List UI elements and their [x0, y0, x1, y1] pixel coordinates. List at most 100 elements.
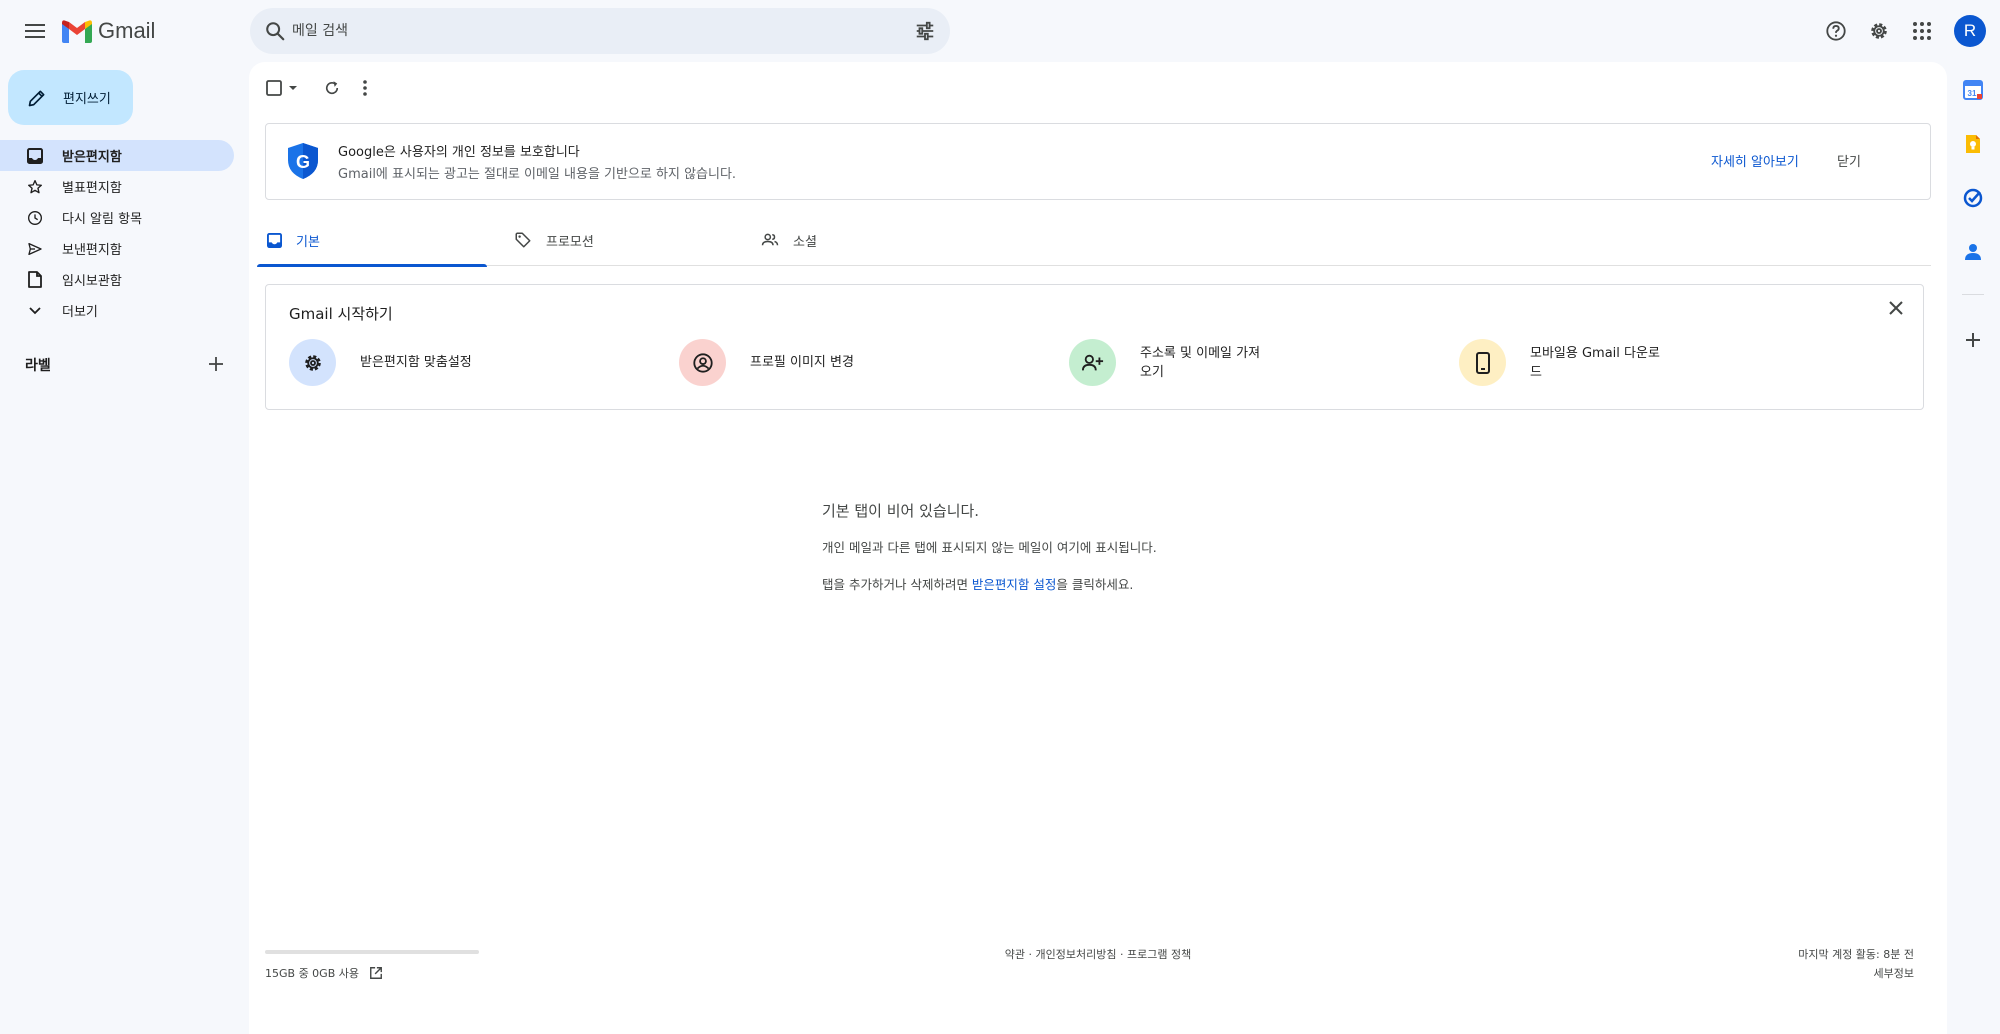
sidebar-item-label: 더보기	[62, 305, 98, 320]
empty-title: 기본 탭이 비어 있습니다.	[822, 502, 980, 520]
sidebar-item-inbox[interactable]: 받은편지함	[0, 140, 234, 171]
tasks-icon	[1963, 188, 1983, 208]
people-icon	[761, 233, 779, 246]
gmail-m-icon	[62, 19, 92, 43]
gs-icon-circle	[679, 339, 726, 386]
plus-icon	[209, 357, 223, 371]
search-options-icon	[916, 21, 934, 41]
select-all-checkbox[interactable]	[266, 76, 298, 100]
google-shield-icon: G	[288, 143, 318, 179]
main-menu-button[interactable]	[19, 15, 51, 47]
svg-text:31: 31	[1968, 89, 1977, 98]
last-account-activity: 마지막 계정 활동: 8분 전	[1798, 948, 1914, 961]
header: Gmail R	[0, 0, 2000, 62]
tag-icon	[515, 232, 531, 248]
search-input[interactable]	[292, 8, 852, 54]
dismiss-banner-button[interactable]: 닫기	[1837, 151, 1861, 170]
svg-text:G: G	[296, 152, 310, 172]
inbox-icon	[27, 147, 43, 164]
sidebar-item-snoozed[interactable]: 다시 알림 항목	[0, 202, 234, 233]
refresh-button[interactable]	[323, 76, 341, 100]
footer-links[interactable]: 약관 · 개인정보처리방침 · 프로그램 정책	[249, 946, 1947, 962]
sidebar-item-more[interactable]: 더보기	[0, 295, 234, 326]
more-vert-icon	[363, 80, 367, 96]
refresh-icon	[325, 81, 339, 95]
keep-app-button[interactable]	[1961, 132, 1985, 156]
draft-icon	[28, 271, 42, 288]
details-link[interactable]: 세부정보	[1874, 965, 1914, 981]
tab-label: 기본	[296, 234, 320, 250]
change-profile-image-item[interactable]: 프로필 이미지 변경	[679, 339, 880, 386]
getting-started-title: Gmail 시작하기	[289, 305, 393, 323]
compose-button[interactable]: 편지쓰기	[8, 70, 133, 125]
rail-divider	[1962, 294, 1984, 295]
gear-icon	[1871, 23, 1887, 39]
get-addons-button[interactable]	[1961, 328, 1985, 352]
chevron-down-icon	[29, 306, 41, 314]
gmail-logo[interactable]: Gmail	[62, 18, 155, 44]
help-icon	[1826, 21, 1846, 41]
account-circle-icon	[692, 352, 713, 373]
category-tabs: 기본 프로모션 소셜	[257, 214, 1931, 267]
gear-icon	[304, 354, 321, 371]
download-mobile-app-item[interactable]: 모바일용 Gmail 다운로드	[1459, 339, 1660, 386]
send-icon	[28, 242, 42, 255]
plus-icon	[1966, 333, 1980, 347]
gs-icon-circle	[1069, 339, 1116, 386]
sidebar-item-starred[interactable]: 별표편지함	[0, 171, 234, 202]
empty-description: 개인 메일과 다른 탭에 표시되지 않는 메일이 여기에 표시됩니다.	[822, 540, 1157, 555]
person-add-icon	[1081, 354, 1103, 370]
more-options-button[interactable]	[363, 76, 367, 100]
sidebar-item-drafts[interactable]: 임시보관함	[0, 264, 234, 295]
inbox-settings-link[interactable]: 받은편지함 설정	[972, 577, 1056, 592]
sidebar-item-label: 임시보관함	[62, 274, 122, 289]
settings-button[interactable]	[1864, 16, 1894, 46]
empty-hint: 탭을 추가하거나 삭제하려면 받은편지함 설정을 클릭하세요.	[822, 574, 1157, 593]
app-name: Gmail	[98, 18, 156, 43]
privacy-title: Google은 사용자의 개인 정보를 보호합니다	[338, 145, 580, 160]
close-icon	[1889, 301, 1903, 315]
customize-inbox-item[interactable]: 받은편지함 맞춤설정	[289, 339, 490, 386]
sidebar-item-label: 별표편지함	[62, 181, 122, 196]
keep-icon	[1966, 135, 1980, 153]
tab-primary[interactable]: 기본	[257, 214, 487, 267]
import-contacts-item[interactable]: 주소록 및 이메일 가져오기	[1069, 339, 1270, 386]
tab-promotions[interactable]: 프로모션	[504, 214, 734, 266]
clock-icon	[28, 210, 42, 225]
search-bar[interactable]	[250, 8, 950, 54]
google-apps-button[interactable]	[1907, 16, 1937, 46]
account-avatar[interactable]: R	[1954, 15, 1986, 47]
gs-icon-circle	[1459, 339, 1506, 386]
create-label-button[interactable]	[205, 353, 227, 375]
hamburger-icon	[25, 24, 45, 38]
tab-social[interactable]: 소셜	[751, 214, 981, 266]
labels-heading: 라벨	[25, 358, 51, 374]
gs-label: 모바일용 Gmail 다운로드	[1530, 345, 1660, 380]
inbox-icon	[267, 232, 282, 248]
support-button[interactable]	[1821, 16, 1851, 46]
contacts-icon	[1965, 244, 1981, 260]
apps-grid-icon	[1913, 22, 1931, 40]
caret-down-icon	[289, 86, 297, 90]
checkbox-icon	[266, 80, 282, 96]
main-panel: G Google은 사용자의 개인 정보를 보호합니다 Gmail에 표시되는 …	[249, 62, 1947, 1034]
sidebar-item-sent[interactable]: 보낸편지함	[0, 233, 234, 264]
calendar-app-button[interactable]: 31	[1961, 78, 1985, 102]
privacy-banner: G Google은 사용자의 개인 정보를 보호합니다 Gmail에 표시되는 …	[265, 123, 1931, 200]
open-in-new-icon[interactable]	[369, 966, 383, 980]
star-icon	[28, 179, 42, 193]
learn-more-link[interactable]: 자세히 알아보기	[1711, 151, 1799, 170]
tab-label: 소셜	[793, 234, 817, 250]
storage-usage: 15GB 중 0GB 사용	[265, 965, 383, 981]
privacy-description: Gmail에 표시되는 광고는 절대로 이메일 내용을 기반으로 하지 않습니다…	[338, 167, 737, 182]
search-icon	[266, 22, 285, 41]
tasks-app-button[interactable]	[1961, 186, 1985, 210]
compose-label: 편지쓰기	[63, 92, 111, 107]
contacts-app-button[interactable]	[1961, 240, 1985, 264]
gs-label: 프로필 이미지 변경	[750, 355, 854, 370]
hint-prefix: 탭을 추가하거나 삭제하려면	[822, 577, 972, 592]
sidebar-nav: 받은편지함 별표편지함 다시 알림 항목 보낸편지함 임시보관함 더보기	[0, 140, 234, 326]
empty-state: 기본 탭이 비어 있습니다. 개인 메일과 다른 탭에 표시되지 않는 메일이 …	[822, 500, 1157, 593]
gs-icon-circle	[289, 339, 336, 386]
close-getting-started-button[interactable]	[1888, 300, 1904, 316]
